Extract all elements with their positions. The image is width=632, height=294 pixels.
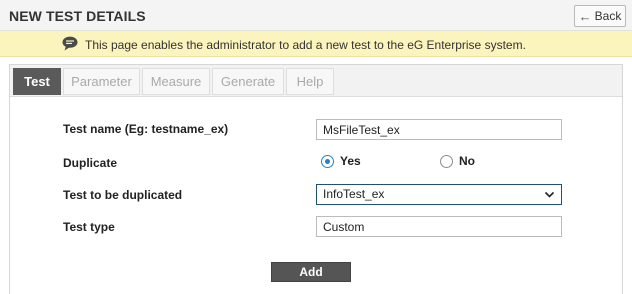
- duplicate-no-radio[interactable]: [440, 154, 453, 168]
- duplicate-yes-label: Yes: [340, 154, 361, 168]
- duplicated-test-value: InfoTest_ex: [323, 187, 385, 201]
- tab-parameter[interactable]: Parameter: [63, 68, 140, 95]
- tab-help[interactable]: Help: [286, 68, 334, 95]
- back-button-label: Back: [594, 9, 622, 23]
- duplicated-test-label: Test to be duplicated: [63, 188, 183, 202]
- test-name-input[interactable]: [316, 119, 562, 140]
- tab-measure[interactable]: Measure: [142, 68, 210, 95]
- tab-bar: Test Parameter Measure Generate Help: [10, 65, 622, 97]
- duplicate-label: Duplicate: [63, 156, 118, 170]
- duplicate-no-label: No: [459, 154, 475, 168]
- back-button[interactable]: ← Back: [574, 5, 626, 27]
- info-message: This page enables the administrator to a…: [85, 38, 526, 52]
- tab-generate[interactable]: Generate: [212, 68, 284, 95]
- tab-test[interactable]: Test: [13, 68, 61, 95]
- arrow-left-icon: ←: [578, 8, 592, 24]
- duplicated-test-select[interactable]: InfoTest_ex: [316, 184, 562, 205]
- test-type-label: Test type: [63, 220, 115, 234]
- duplicate-yes-radio[interactable]: [321, 154, 334, 168]
- speech-bubble-icon: [62, 36, 78, 51]
- info-bar: This page enables the administrator to a…: [0, 31, 632, 57]
- duplicate-yes-option[interactable]: Yes: [321, 154, 361, 168]
- page-title: NEW TEST DETAILS: [9, 8, 146, 24]
- page-header: NEW TEST DETAILS ← Back: [0, 0, 632, 31]
- test-details-panel: Test Parameter Measure Generate Help Tes…: [9, 64, 623, 294]
- chevron-down-icon: [544, 191, 555, 198]
- add-button[interactable]: Add: [271, 262, 351, 282]
- test-type-input[interactable]: [316, 216, 562, 237]
- duplicate-no-option[interactable]: No: [440, 154, 475, 168]
- test-name-label: Test name (Eg: testname_ex): [63, 122, 229, 136]
